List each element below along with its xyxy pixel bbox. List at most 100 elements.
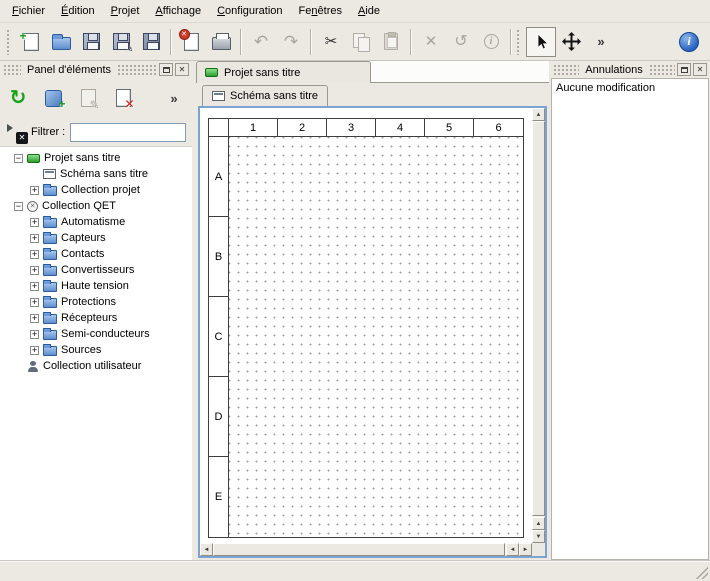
expand-icon[interactable]: +	[30, 186, 39, 195]
printer-icon	[212, 37, 231, 50]
close-panel-button[interactable]: ✕	[693, 63, 707, 76]
delete-button[interactable]: ✕	[416, 27, 446, 57]
new-element-button[interactable]: +	[39, 84, 67, 112]
float-panel-button[interactable]	[677, 63, 691, 76]
select-tool-button[interactable]	[526, 27, 556, 57]
tab-schema-sans-titre[interactable]: Schéma sans titre	[202, 85, 328, 106]
undo-panel-title: Annulations	[581, 64, 647, 76]
diagram-canvas[interactable]	[229, 137, 523, 537]
tree-item-haute-tension[interactable]: + Haute tension	[0, 278, 192, 294]
tree-item-protections[interactable]: + Protections	[0, 294, 192, 310]
expand-icon[interactable]: +	[30, 266, 39, 275]
diagram-view[interactable]: 1 2 3 4 5 6 A B C D	[200, 108, 532, 543]
tab-projet-sans-titre[interactable]: Projet sans titre	[196, 61, 371, 83]
vertical-scrollbar[interactable]: ▲ ▲ ▼	[532, 108, 545, 543]
tree-item-collection-projet[interactable]: + Collection projet	[0, 182, 192, 198]
tree-item-schema-sans-titre[interactable]: Schéma sans titre	[0, 166, 192, 182]
expand-icon[interactable]: +	[30, 234, 39, 243]
collapse-icon[interactable]: −	[14, 154, 23, 163]
menu-affichage[interactable]: Affichage	[147, 2, 209, 20]
rotate-button[interactable]: ↺	[446, 27, 476, 57]
edit-element-button[interactable]: ✎	[74, 84, 102, 112]
tree-item-convertisseurs[interactable]: + Convertisseurs	[0, 262, 192, 278]
undo-button[interactable]: ↶	[246, 27, 276, 57]
menu-aide[interactable]: Aide	[350, 2, 388, 20]
pan-tool-button[interactable]	[556, 27, 586, 57]
dock-grip[interactable]	[3, 64, 21, 75]
menu-projet[interactable]: Projet	[103, 2, 148, 20]
statusbar	[0, 561, 710, 581]
element-info-button[interactable]: i	[476, 27, 506, 57]
clear-filter-button[interactable]: ✕	[6, 124, 26, 140]
copy-button[interactable]	[346, 27, 376, 57]
expand-icon[interactable]: +	[30, 314, 39, 323]
redo-button[interactable]: ↷	[276, 27, 306, 57]
dock-grip[interactable]	[117, 64, 157, 75]
tree-item-contacts[interactable]: + Contacts	[0, 246, 192, 262]
print-button[interactable]	[206, 27, 236, 57]
collapse-icon[interactable]: −	[14, 202, 23, 211]
reload-collections-button[interactable]: ↻	[4, 84, 32, 112]
menu-text: Fe	[299, 5, 312, 17]
menu-mnemonic: F	[12, 5, 19, 17]
vertical-scrollbar-thumb[interactable]	[532, 121, 545, 516]
expand-icon[interactable]: +	[30, 298, 39, 307]
toolbar-separator	[510, 29, 512, 55]
dock-grip[interactable]	[553, 64, 579, 75]
expand-icon[interactable]: +	[30, 330, 39, 339]
copy-icon	[353, 33, 370, 51]
scroll-up-button[interactable]: ▲	[532, 108, 545, 121]
tree-item-projet-sans-titre[interactable]: − Projet sans titre	[0, 150, 192, 166]
arrow-right-icon: ►	[523, 547, 529, 553]
tree-item-capteurs[interactable]: + Capteurs	[0, 230, 192, 246]
panel-overflow-button[interactable]: »	[160, 84, 188, 112]
close-file-button[interactable]: ✕	[176, 27, 206, 57]
expand-icon[interactable]: +	[30, 282, 39, 291]
scroll-down-button[interactable]: ▼	[532, 530, 545, 543]
about-button[interactable]: i	[674, 27, 704, 57]
menu-configuration[interactable]: Configuration	[209, 2, 290, 20]
tree-item-automatisme[interactable]: + Automatisme	[0, 214, 192, 230]
save-all-button[interactable]	[136, 27, 166, 57]
scroll-up-button[interactable]: ▲	[532, 517, 545, 530]
save-as-button[interactable]: ✎	[106, 27, 136, 57]
tree-item-recepteurs[interactable]: + Récepteurs	[0, 310, 192, 326]
scroll-right-button[interactable]: ►	[519, 543, 532, 556]
scroll-left-button[interactable]: ◄	[506, 543, 519, 556]
project-icon	[205, 68, 218, 77]
tree-item-collection-utilisateur[interactable]: Collection utilisateur	[0, 358, 192, 374]
toolbar-overflow-button[interactable]: »	[586, 27, 616, 57]
expand-icon[interactable]: +	[30, 250, 39, 259]
tree-item-collection-qet[interactable]: − ✕ Collection QET	[0, 198, 192, 214]
toolbar-grip[interactable]	[6, 29, 11, 55]
dock-grip[interactable]	[649, 64, 675, 75]
tree-item-sources[interactable]: + Sources	[0, 342, 192, 358]
elements-panel-titlebar[interactable]: Panel d'éléments ✕	[0, 61, 192, 78]
close-panel-button[interactable]: ✕	[175, 63, 189, 76]
scroll-left-button[interactable]: ◄	[200, 543, 213, 556]
resize-grip[interactable]	[696, 567, 708, 579]
new-project-button[interactable]: +	[16, 27, 46, 57]
expand-icon[interactable]: +	[30, 346, 39, 355]
save-button[interactable]	[76, 27, 106, 57]
horizontal-scrollbar-thumb[interactable]	[213, 543, 505, 556]
undo-list-item[interactable]: Aucune modification	[556, 82, 704, 94]
toolbar-grip[interactable]	[516, 29, 521, 55]
tree-item-semi-conducteurs[interactable]: + Semi-conducteurs	[0, 326, 192, 342]
undo-panel-titlebar[interactable]: Annulations ✕	[550, 61, 710, 78]
menu-fenetres[interactable]: Fenêtres	[291, 2, 350, 20]
tree-item-label: Schéma sans titre	[60, 166, 148, 182]
expand-icon[interactable]: +	[30, 218, 39, 227]
menu-fichier[interactable]: Fichier	[4, 2, 53, 20]
menu-edition[interactable]: Édition	[53, 2, 103, 20]
float-panel-button[interactable]	[159, 63, 173, 76]
open-project-button[interactable]	[46, 27, 76, 57]
delete-element-button[interactable]: ✕	[109, 84, 137, 112]
paste-button[interactable]	[376, 27, 406, 57]
x-icon: ✕	[16, 132, 28, 144]
cut-button[interactable]: ✂	[316, 27, 346, 57]
filter-input[interactable]	[70, 123, 186, 142]
menu-text: ffichage	[163, 5, 201, 17]
horizontal-scrollbar[interactable]: ◄ ◄ ►	[200, 543, 532, 556]
tree-item-label: Haute tension	[61, 278, 129, 294]
